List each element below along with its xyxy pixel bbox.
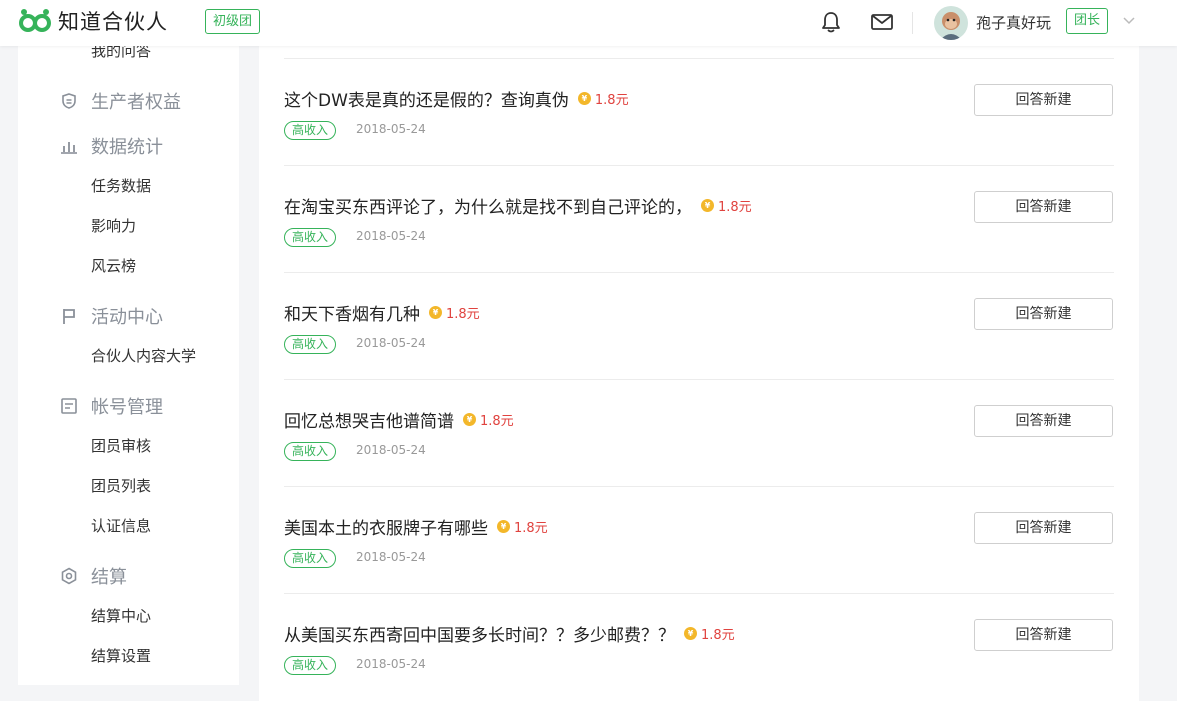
reward-amount: 1.8元 [514, 521, 548, 536]
reward-amount: 1.8元 [718, 200, 752, 215]
sidebar: 我的问答 生产者权益 数据统计 任务数据 影响力 风云榜 活动中心 合伙人内容大… [18, 46, 239, 685]
sidebar-item-partner-university[interactable]: 合伙人内容大学 [91, 345, 196, 366]
income-tag: 高收入 [284, 121, 337, 140]
question-title-line: 这个DW表是真的还是假的？查询真伪 ¥ 1.8元 [284, 86, 629, 111]
question-date: 2018-05-24 [356, 443, 426, 457]
question-title[interactable]: 美国本土的衣服牌子有哪些 [284, 514, 488, 539]
reward-amount: 1.8元 [480, 414, 514, 429]
coin-icon: ¥ [463, 413, 476, 426]
question-title[interactable]: 从美国买东西寄回中国要多长时间？？多少邮费？？ [284, 621, 675, 646]
sidebar-item-task-data[interactable]: 任务数据 [91, 175, 151, 196]
account-card-icon [61, 398, 77, 414]
sidebar-item-influence[interactable]: 影响力 [91, 215, 136, 236]
sidebar-group-label: 生产者权益 [91, 92, 181, 113]
question-title-line: 和天下香烟有几种 ¥ 1.8元 [284, 300, 480, 325]
sidebar-item-label: 团员审核 [91, 437, 152, 455]
logo-icon [19, 9, 51, 32]
sidebar-item-label: 风云榜 [91, 257, 137, 275]
question-row: 美国本土的衣服牌子有哪些 ¥ 1.8元 高收入 2018-05-24 回答新建 [284, 486, 1114, 593]
sidebar-item-label: 结算设置 [91, 647, 152, 665]
sidebar-item-certification[interactable]: 认证信息 [91, 515, 151, 536]
sidebar-item-label: 结算中心 [91, 607, 152, 625]
sidebar-item-label: 我的问答 [91, 46, 152, 60]
avatar[interactable] [934, 6, 968, 40]
answer-new-button[interactable]: 回答新建 [974, 619, 1113, 651]
answer-new-button[interactable]: 回答新建 [974, 405, 1113, 437]
question-title[interactable]: 回忆总想哭吉他谱简谱 [284, 407, 454, 432]
question-row: 这个DW表是真的还是假的？查询真伪 ¥ 1.8元 高收入 2018-05-24 … [284, 58, 1114, 165]
sidebar-item-label: 合伙人内容大学 [91, 347, 197, 365]
question-date: 2018-05-24 [356, 657, 426, 671]
reward-amount: 1.8元 [446, 307, 480, 322]
question-row: 回忆总想哭吉他谱简谱 ¥ 1.8元 高收入 2018-05-24 回答新建 [284, 379, 1114, 486]
sidebar-group-label: 帐号管理 [91, 397, 163, 418]
answer-new-button[interactable]: 回答新建 [974, 191, 1113, 223]
question-date: 2018-05-24 [356, 336, 426, 350]
sidebar-item-member-list[interactable]: 团员列表 [91, 475, 151, 496]
logo[interactable]: 知道合伙人 [18, 6, 168, 36]
question-title-line: 回忆总想哭吉他谱简谱 ¥ 1.8元 [284, 407, 514, 432]
sidebar-item-leaderboard[interactable]: 风云榜 [91, 255, 136, 276]
sidebar-item-member-review[interactable]: 团员审核 [91, 435, 151, 456]
income-tag: 高收入 [284, 656, 337, 675]
level-badge: 初级团 [205, 9, 261, 34]
question-row: 在淘宝买东西评论了，为什么就是找不到自己评论的， ¥ 1.8元 高收入 2018… [284, 165, 1114, 272]
mail-icon[interactable] [870, 11, 894, 33]
coin-icon: ¥ [497, 520, 510, 533]
sidebar-group-settlement[interactable]: 结算 [60, 563, 127, 589]
income-tag: 高收入 [284, 228, 337, 247]
bar-chart-icon [61, 142, 77, 154]
income-tag: 高收入 [284, 335, 337, 354]
question-date: 2018-05-24 [356, 550, 426, 564]
answer-new-button[interactable]: 回答新建 [974, 298, 1113, 330]
sidebar-item-my-qa[interactable]: 我的问答 [91, 46, 151, 61]
sidebar-item-label: 认证信息 [91, 517, 152, 535]
reward-amount: 1.8元 [594, 93, 629, 108]
sidebar-group-label: 数据统计 [91, 137, 163, 158]
avatar-image [934, 6, 968, 40]
flag-icon [63, 309, 75, 324]
question-title-line: 从美国买东西寄回中国要多长时间？？多少邮费？？ ¥ 1.8元 [284, 621, 735, 646]
sidebar-item-settlement-center[interactable]: 结算中心 [91, 605, 151, 626]
coin-icon: ¥ [701, 199, 714, 212]
question-row: 从美国买东西寄回中国要多长时间？？多少邮费？？ ¥ 1.8元 高收入 2018-… [284, 593, 1114, 700]
sidebar-group-account-management[interactable]: 帐号管理 [60, 393, 163, 419]
top-header: 知道合伙人 初级团 孢子真好玩 团长 [0, 0, 1177, 46]
question-title[interactable]: 在淘宝买东西评论了，为什么就是找不到自己评论的， [284, 193, 692, 218]
header-divider [912, 12, 913, 34]
sidebar-item-label: 团员列表 [91, 477, 152, 495]
reward-amount: 1.8元 [701, 628, 735, 643]
bell-icon[interactable] [819, 10, 843, 34]
question-title-line: 在淘宝买东西评论了，为什么就是找不到自己评论的， ¥ 1.8元 [284, 193, 752, 218]
sidebar-item-label: 影响力 [91, 217, 137, 235]
answer-new-button[interactable]: 回答新建 [974, 84, 1113, 116]
coin-icon: ¥ [684, 627, 697, 640]
answer-new-button[interactable]: 回答新建 [974, 512, 1113, 544]
sidebar-group-activity-center[interactable]: 活动中心 [60, 303, 163, 329]
sidebar-item-label: 任务数据 [91, 177, 152, 195]
shield-icon [62, 93, 76, 109]
coin-icon: ¥ [429, 306, 442, 319]
sidebar-item-settlement-settings[interactable]: 结算设置 [91, 645, 151, 666]
chevron-down-icon[interactable] [1122, 14, 1136, 28]
sidebar-group-label: 活动中心 [91, 307, 163, 328]
username[interactable]: 孢子真好玩 [976, 12, 1051, 33]
role-badge: 团长 [1066, 8, 1109, 34]
question-title[interactable]: 这个DW表是真的还是假的？查询真伪 [284, 86, 569, 111]
hexagon-settle-icon [61, 567, 77, 585]
question-title-line: 美国本土的衣服牌子有哪些 ¥ 1.8元 [284, 514, 548, 539]
income-tag: 高收入 [284, 442, 337, 461]
question-date: 2018-05-24 [356, 122, 426, 136]
sidebar-group-producer-rights[interactable]: 生产者权益 [60, 88, 181, 114]
question-list: 这个DW表是真的还是假的？查询真伪 ¥ 1.8元 高收入 2018-05-24 … [259, 46, 1139, 701]
question-date: 2018-05-24 [356, 229, 426, 243]
income-tag: 高收入 [284, 549, 337, 568]
question-title[interactable]: 和天下香烟有几种 [284, 300, 420, 325]
logo-text: 知道合伙人 [58, 10, 168, 34]
question-row: 和天下香烟有几种 ¥ 1.8元 高收入 2018-05-24 回答新建 [284, 272, 1114, 379]
sidebar-group-label: 结算 [91, 567, 127, 588]
sidebar-group-data-stats[interactable]: 数据统计 [60, 133, 163, 159]
coin-icon: ¥ [577, 92, 591, 105]
